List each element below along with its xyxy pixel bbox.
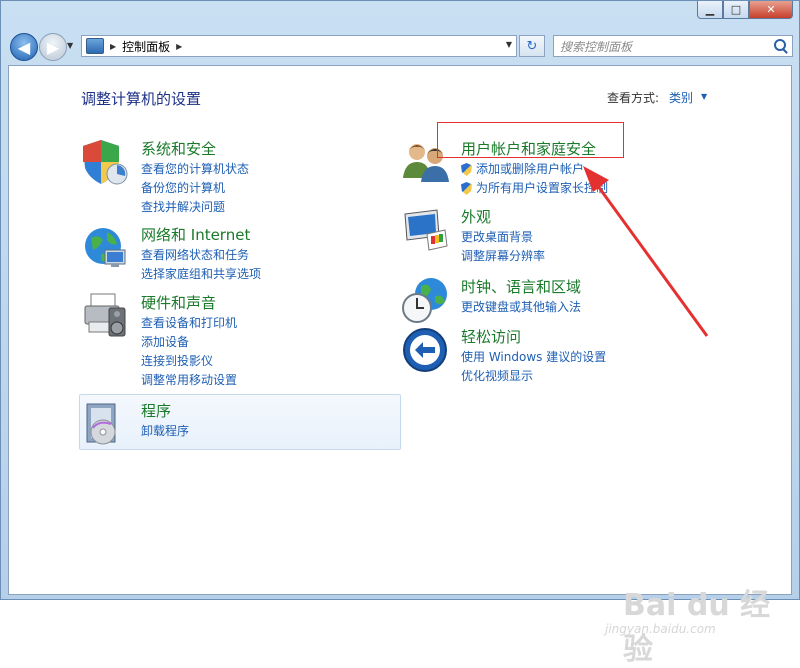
category-title-ease-of-access[interactable]: 轻松访问 xyxy=(461,326,521,347)
annotation-highlight-box xyxy=(437,122,624,158)
link-troubleshoot[interactable]: 查找并解决问题 xyxy=(141,198,249,217)
link-parental-controls-label[interactable]: 为所有用户设置家长控制 xyxy=(476,179,608,198)
category-title-clock-language[interactable]: 时钟、语言和区域 xyxy=(461,276,581,297)
search-input[interactable] xyxy=(558,37,772,57)
network-globe-icon xyxy=(85,228,126,267)
caption-buttons: ▁ □ ✕ xyxy=(697,1,793,19)
breadcrumb-chevron-icon[interactable]: ▶ xyxy=(176,42,182,51)
link-devices-printers[interactable]: 查看设备和打印机 xyxy=(141,314,237,333)
control-panel-icon xyxy=(86,38,104,54)
link-screen-resolution[interactable]: 调整屏幕分辨率 xyxy=(461,247,545,266)
category-title-appearance[interactable]: 外观 xyxy=(461,206,491,227)
appearance-monitor-icon xyxy=(404,209,448,251)
link-add-remove-accounts[interactable]: 添加或删除用户帐户 xyxy=(461,160,608,179)
link-network-status[interactable]: 查看网络状态和任务 xyxy=(141,246,261,265)
refresh-button[interactable]: ↻ xyxy=(519,35,545,57)
link-parental-controls[interactable]: 为所有用户设置家长控制 xyxy=(461,179,608,198)
link-homegroup-sharing[interactable]: 选择家庭组和共享选项 xyxy=(141,265,261,284)
breadcrumb-control-panel[interactable]: 控制面板 xyxy=(122,38,170,55)
link-desktop-background[interactable]: 更改桌面背景 xyxy=(461,228,545,247)
category-title-hardware-sound[interactable]: 硬件和声音 xyxy=(141,292,216,313)
link-backup-computer[interactable]: 备份您的计算机 xyxy=(141,179,249,198)
link-add-remove-accounts-label[interactable]: 添加或删除用户帐户 xyxy=(476,160,584,179)
view-by-label: 查看方式: xyxy=(607,91,660,105)
ease-of-access-icon xyxy=(403,328,447,372)
page-title: 调整计算机的设置 xyxy=(81,90,202,108)
link-optimize-display[interactable]: 优化视频显示 xyxy=(461,367,606,386)
search-box[interactable] xyxy=(553,35,793,57)
uac-shield-icon xyxy=(461,163,472,176)
address-dropdown-icon[interactable]: ▼ xyxy=(506,40,512,49)
minimize-button[interactable]: ▁ xyxy=(697,1,723,19)
link-windows-recommended[interactable]: 使用 Windows 建议的设置 xyxy=(461,348,606,367)
link-mobility-settings[interactable]: 调整常用移动设置 xyxy=(141,371,237,390)
main-content: 调整计算机的设置 查看方式: 类别 ▼ 系统和安全 查看您的计算机状态 备份您的… xyxy=(8,65,792,667)
uac-shield-icon xyxy=(461,182,472,195)
category-title-programs[interactable]: 程序 xyxy=(141,400,171,421)
navigation-bar: ◀ ▶ ▼ ▶ 控制面板 ▶ ▼ ↻ xyxy=(1,29,799,63)
recent-pages-dropdown-icon[interactable]: ▼ xyxy=(67,41,73,50)
view-by-dropdown[interactable]: 类别 xyxy=(669,89,693,106)
control-panel-window: ▁ □ ✕ ◀ ▶ ▼ ▶ 控制面板 ▶ ▼ ↻ 调整计算机的设置 查看方式: … xyxy=(0,0,800,667)
close-button[interactable]: ✕ xyxy=(749,1,793,19)
link-uninstall-program[interactable]: 卸载程序 xyxy=(141,422,189,441)
address-bar[interactable]: ▶ 控制面板 ▶ ▼ xyxy=(81,35,517,57)
category-title-system-security[interactable]: 系统和安全 xyxy=(141,138,216,159)
printer-speaker-icon xyxy=(84,293,126,337)
category-title-network-internet[interactable]: 网络和 Internet xyxy=(141,224,250,245)
link-add-device[interactable]: 添加设备 xyxy=(141,333,237,352)
maximize-button[interactable]: □ xyxy=(723,1,749,19)
back-button[interactable]: ◀ xyxy=(10,33,38,61)
clock-globe-icon xyxy=(402,278,447,323)
view-by-chevron-icon[interactable]: ▼ xyxy=(701,92,707,101)
link-keyboard-input[interactable]: 更改键盘或其他输入法 xyxy=(461,298,581,317)
search-icon[interactable] xyxy=(774,39,786,51)
breadcrumb-separator-icon[interactable]: ▶ xyxy=(110,42,116,51)
forward-button[interactable]: ▶ xyxy=(39,33,67,61)
link-connect-projector[interactable]: 连接到投影仪 xyxy=(141,352,237,371)
programs-disc-icon xyxy=(86,403,116,445)
security-shield-icon xyxy=(83,140,128,185)
link-view-computer-status[interactable]: 查看您的计算机状态 xyxy=(141,160,249,179)
baidu-watermark-url: jingyan.baidu.com xyxy=(605,622,716,636)
